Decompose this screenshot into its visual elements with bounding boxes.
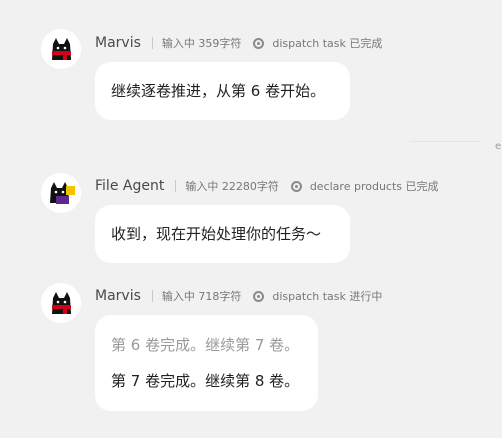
message-header: File Agent 输入中 22280字符 declare products … (95, 177, 439, 195)
sender-name: File Agent (95, 178, 165, 194)
char-count: 输入中 22280字符 (185, 180, 279, 193)
message-header: Marvis 输入中 718字符 dispatch task 进行中 (95, 287, 382, 305)
avatar[interactable] (41, 283, 81, 323)
message-text: 第 7 卷完成。继续第 8 卷。 (111, 372, 300, 390)
char-count: 输入中 359字符 (161, 37, 242, 50)
divider (151, 290, 153, 302)
chat-transcript: e Marvis 输入中 359字符 dispatch task 已完成 继续逐… (0, 0, 502, 438)
task-status: dispatch task 已完成 (253, 35, 382, 51)
marvis-cat-icon (41, 283, 81, 323)
edge-text: e (495, 141, 502, 152)
task-status-label: dispatch task 已完成 (272, 37, 383, 50)
char-count: 输入中 718字符 (161, 290, 242, 303)
marvis-cat-icon (41, 29, 81, 69)
message-text: 收到，现在开始处理你的任务～ (111, 225, 322, 243)
sender-name: Marvis (95, 35, 141, 51)
status-dot-icon (253, 290, 265, 302)
avatar[interactable] (41, 173, 81, 213)
message-bubble: 第 6 卷完成。继续第 7 卷。 第 7 卷完成。继续第 8 卷。 (95, 315, 318, 411)
task-status: dispatch task 进行中 (253, 288, 382, 304)
divider (151, 37, 153, 49)
message-text: 继续逐卷推进，从第 6 卷开始。 (111, 82, 326, 100)
avatar[interactable] (41, 29, 81, 69)
task-status-label: dispatch task 进行中 (272, 290, 383, 303)
task-status: declare products 已完成 (290, 178, 439, 194)
divider (175, 180, 177, 192)
task-status-label: declare products 已完成 (309, 180, 439, 193)
message-bubble: 收到，现在开始处理你的任务～ (95, 205, 350, 263)
message-header: Marvis 输入中 359字符 dispatch task 已完成 (95, 34, 382, 52)
file-agent-cat-icon (41, 173, 81, 213)
message-text: 第 6 卷完成。继续第 7 卷。 (111, 336, 300, 354)
message-bubble: 继续逐卷推进，从第 6 卷开始。 (95, 62, 350, 120)
status-dot-icon (290, 180, 302, 192)
status-dot-icon (253, 37, 265, 49)
divider (410, 141, 480, 142)
sender-name: Marvis (95, 288, 141, 304)
